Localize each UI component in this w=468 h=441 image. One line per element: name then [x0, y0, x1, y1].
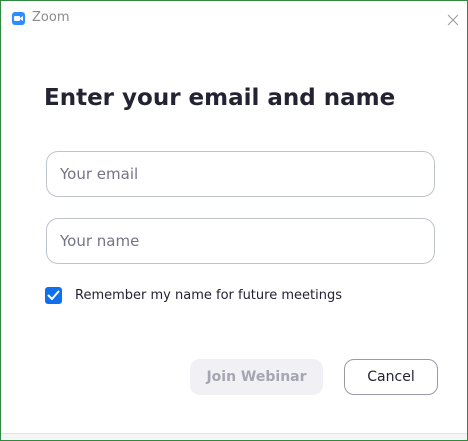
remember-name-row[interactable]: Remember my name for future meetings — [45, 286, 342, 304]
window-title: Zoom — [32, 10, 70, 25]
email-input[interactable] — [47, 152, 434, 196]
cancel-button[interactable]: Cancel — [344, 359, 438, 395]
window-bottom-edge — [1, 433, 467, 440]
zoom-camera-icon — [12, 12, 25, 25]
email-field[interactable] — [46, 151, 435, 197]
title-bar: Zoom — [1, 1, 467, 33]
close-icon[interactable] — [447, 11, 461, 26]
name-field[interactable] — [46, 218, 435, 264]
checkmark-icon — [47, 290, 60, 300]
name-input[interactable] — [47, 219, 434, 263]
zoom-dialog-window: Zoom Enter your email and name Remember … — [0, 0, 468, 441]
remember-name-label: Remember my name for future meetings — [75, 287, 342, 303]
join-webinar-button[interactable]: Join Webinar — [190, 359, 323, 395]
page-title: Enter your email and name — [44, 85, 396, 111]
remember-name-checkbox[interactable] — [45, 286, 62, 304]
